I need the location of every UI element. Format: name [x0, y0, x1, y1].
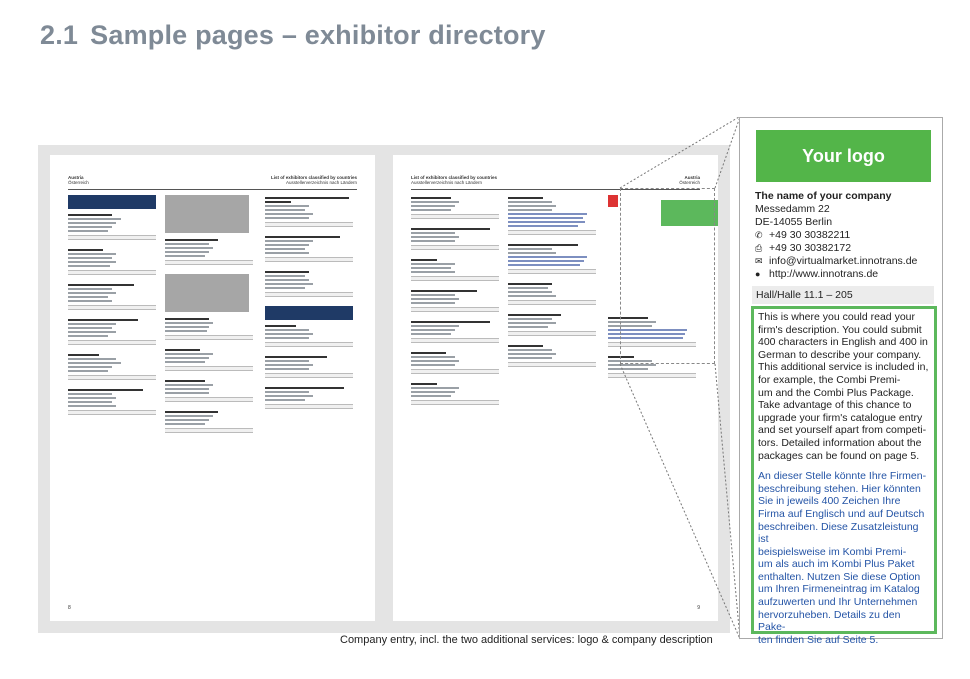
company-city: DE-14055 Berlin	[755, 216, 833, 228]
company-street: Messedamm 22	[755, 203, 830, 215]
email-icon: ✉	[755, 256, 763, 266]
description-english: This is where you could read your firm's…	[758, 311, 929, 462]
company-name: The name of your company	[755, 190, 892, 202]
description-german: An dieser Stelle könnte Ihre Firmen- bes…	[758, 470, 927, 646]
company-website: http://www.innotrans.de	[769, 268, 879, 280]
company-entry-card: Your logo The name of your company Messe…	[739, 117, 943, 646]
hall-location: Hall/Halle 11.1 – 205	[752, 286, 934, 304]
company-description-box: This is where you could read your firm's…	[751, 306, 937, 646]
globe-icon: ●	[755, 269, 761, 279]
company-address-block: The name of your company Messedamm 22 DE…	[755, 190, 935, 281]
company-phone: +49 30 30382211	[769, 229, 851, 241]
company-fax: +49 30 30382172	[769, 242, 852, 254]
company-email: info@virtualmarket.innotrans.de	[769, 255, 918, 267]
phone-icon: ✆	[755, 230, 763, 240]
company-logo: Your logo	[756, 130, 931, 182]
figure-caption: Company entry, incl. the two additional …	[340, 634, 713, 646]
fax-icon: ⎙	[755, 243, 763, 253]
